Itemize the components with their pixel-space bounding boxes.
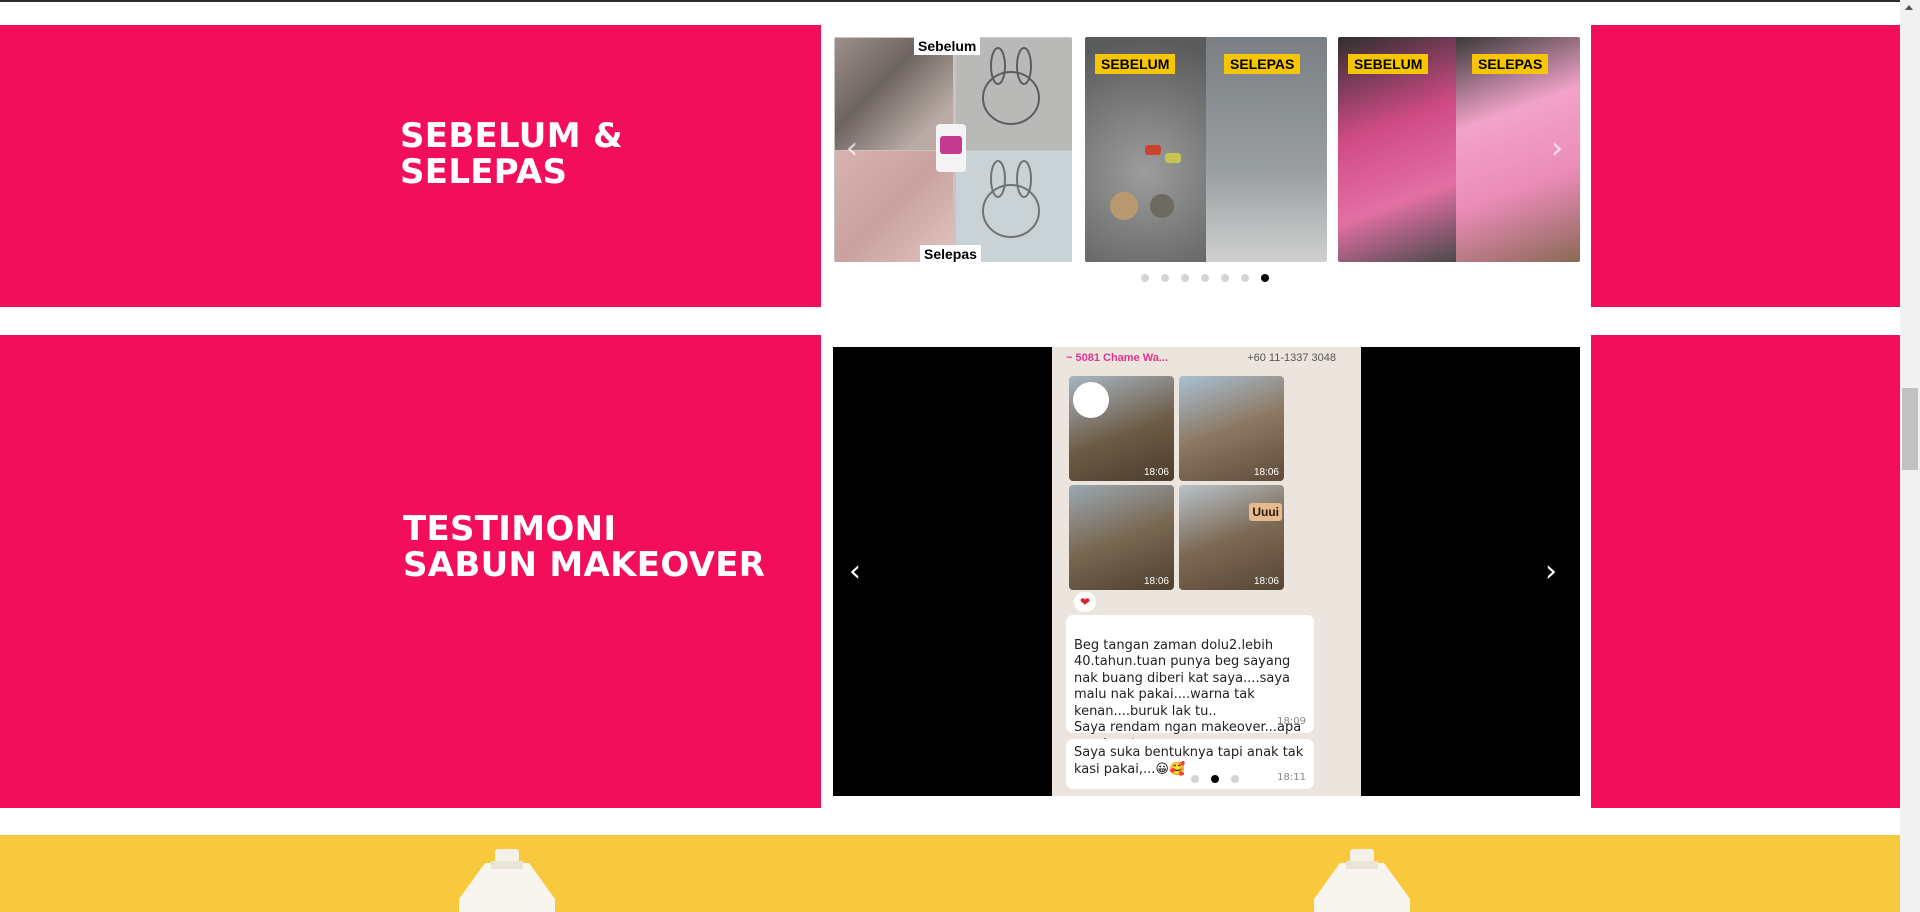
carousel-next-button[interactable]: ›	[1551, 134, 1563, 164]
photo-tile: Uuui 18:06	[1179, 485, 1284, 590]
whatsapp-screenshot: ~ 5081 Chame Wa... +60 11-1337 3048 18:0…	[1052, 347, 1361, 796]
pagination-dot-active[interactable]	[1211, 775, 1219, 783]
pagination-dot-active[interactable]	[1261, 274, 1269, 282]
carousel-next-button[interactable]: ›	[1545, 557, 1557, 587]
chevron-left-icon: ‹	[846, 131, 858, 166]
heading-line: SABUN MAKEOVER	[403, 545, 766, 585]
product-jar-image	[936, 124, 966, 172]
heading-line: SELEPAS	[400, 152, 568, 192]
page-scrollbar[interactable]	[1900, 0, 1920, 912]
before-after-section: SEBELUM & SELEPAS Sebelum Selepas SEBELU…	[0, 25, 1900, 307]
after-badge: SELEPAS	[1472, 54, 1549, 74]
chevron-left-icon: ‹	[849, 554, 861, 589]
heading-line: TESTIMONI	[403, 509, 617, 549]
photo-tile: 18:06	[1069, 485, 1174, 590]
testimonial-section: TESTIMONI SABUN MAKEOVER ~ 5081 Chame Wa…	[0, 335, 1900, 808]
sticker-baby: Uuui	[1249, 503, 1282, 521]
carousel-pagination	[1191, 775, 1239, 783]
pagination-dot[interactable]	[1221, 274, 1229, 282]
carousel-slide[interactable]: SEBELUM SELEPAS	[1338, 37, 1580, 262]
carousel-prev-button[interactable]: ‹	[849, 557, 861, 587]
carousel-prev-button[interactable]: ‹	[846, 134, 858, 164]
testimonial-heading-panel: TESTIMONI SABUN MAKEOVER	[0, 335, 821, 808]
pagination-dot[interactable]	[1191, 775, 1199, 783]
photo-time: 18:06	[1143, 576, 1169, 587]
chat-message: Beg tangan zaman dolu2.lebih 40.tahun.tu…	[1066, 615, 1314, 752]
product-banner	[0, 835, 1900, 912]
side-panel	[1591, 335, 1900, 808]
chat-header: ~ 5081 Chame Wa... +60 11-1337 3048	[1066, 352, 1336, 364]
before-after-carousel[interactable]: Sebelum Selepas SEBELUM SELEPAS SEBELUM …	[834, 37, 1580, 262]
before-after-heading: SEBELUM & SELEPAS	[400, 118, 623, 190]
testimonial-heading: TESTIMONI SABUN MAKEOVER	[403, 511, 765, 583]
chat-phone-number: +60 11-1337 3048	[1247, 352, 1336, 364]
scroll-up-arrow-icon[interactable]	[1905, 5, 1913, 10]
chat-sender: ~ 5081 Chame Wa...	[1066, 352, 1169, 364]
message-text: Saya suka bentuknya tapi anak tak kasi p…	[1074, 745, 1304, 777]
after-caption: Selepas	[920, 245, 981, 262]
photo-tile: 18:06	[1179, 376, 1284, 481]
top-divider	[0, 0, 1900, 2]
chat-message: Saya suka bentuknya tapi anak tak kasi p…	[1066, 739, 1314, 789]
after-badge: SELEPAS	[1224, 54, 1301, 74]
carousel-pagination	[1141, 274, 1269, 282]
photo-tile: 18:06	[1069, 376, 1174, 481]
pagination-dot[interactable]	[1201, 274, 1209, 282]
side-panel	[1591, 25, 1900, 307]
product-bottle-image	[459, 849, 555, 912]
pagination-dot[interactable]	[1241, 274, 1249, 282]
before-badge: SEBELUM	[1095, 54, 1176, 74]
before-badge: SEBELUM	[1348, 54, 1429, 74]
photo-time: 18:06	[1143, 467, 1169, 478]
carousel-slide[interactable]: Sebelum Selepas	[834, 37, 1072, 262]
sticker-face	[1073, 382, 1109, 418]
heart-reaction-icon: ❤	[1074, 592, 1096, 612]
scrollbar-thumb[interactable]	[1902, 388, 1918, 470]
heading-line: SEBELUM &	[400, 116, 623, 156]
product-bottle-image	[1314, 849, 1410, 912]
message-text: Beg tangan zaman dolu2.lebih 40.tahun.tu…	[1074, 637, 1302, 752]
pagination-dot[interactable]	[1231, 775, 1239, 783]
before-caption: Sebelum	[914, 37, 981, 55]
chevron-right-icon: ›	[1551, 131, 1563, 166]
pagination-dot[interactable]	[1141, 274, 1149, 282]
testimonial-carousel[interactable]: ~ 5081 Chame Wa... +60 11-1337 3048 18:0…	[833, 347, 1580, 796]
message-time: 18:11	[1277, 771, 1306, 783]
chevron-right-icon: ›	[1545, 554, 1557, 589]
pagination-dot[interactable]	[1161, 274, 1169, 282]
pagination-dot[interactable]	[1181, 274, 1189, 282]
before-after-heading-panel: SEBELUM & SELEPAS	[0, 25, 821, 307]
photo-time: 18:06	[1253, 467, 1279, 478]
photo-time: 18:06	[1253, 576, 1279, 587]
carousel-slide[interactable]: SEBELUM SELEPAS	[1085, 37, 1327, 262]
message-time: 18:09	[1277, 715, 1306, 727]
